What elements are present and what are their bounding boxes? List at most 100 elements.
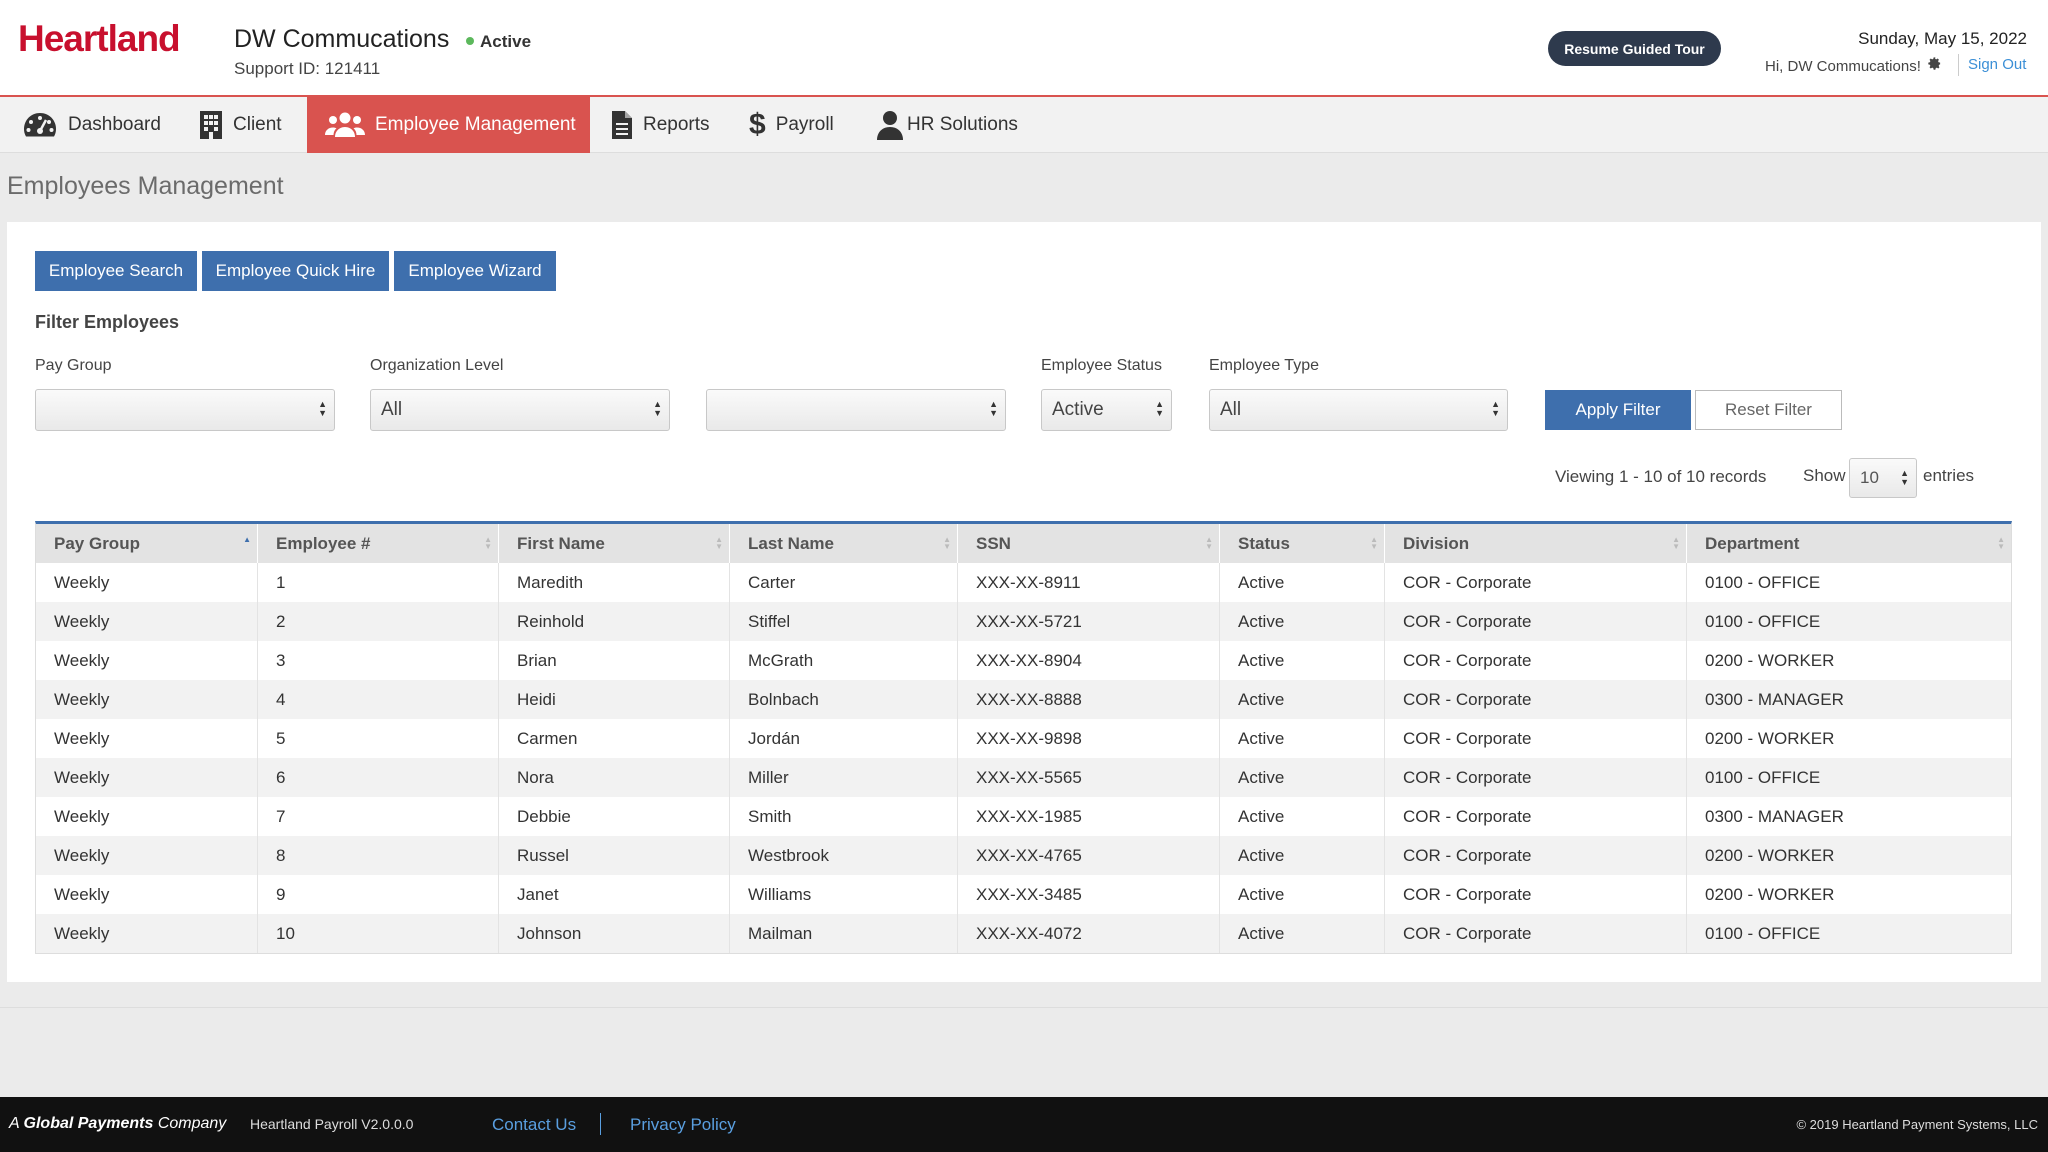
sort-icon: ▲ ▼ xyxy=(943,535,951,551)
table-row[interactable]: Weekly 6 Nora Miller XXX-XX-5565 Active COR - … xyxy=(36,758,2011,797)
copyright: © 2019 Heartland Payment Systems, LLC xyxy=(1796,1117,2038,1132)
apply-filter-button[interactable]: Apply Filter xyxy=(1545,390,1691,430)
cell-first-name: Russel xyxy=(499,836,730,875)
organization-sublevel-select[interactable]: ▲ ▼ xyxy=(706,389,1006,431)
pay-group-select[interactable]: ▲ ▼ xyxy=(35,389,335,431)
cell-department: 0200 - WORKER xyxy=(1705,884,1835,904)
column-header-department[interactable]: Department ▲ ▼ xyxy=(1687,524,2011,563)
client-status-badge: Active xyxy=(466,32,531,52)
employee-status-value: Active xyxy=(1052,399,1104,420)
cell-employee-number: 7 xyxy=(258,797,499,836)
cell-status: Active xyxy=(1220,563,1385,602)
cell-last-name: Jordán xyxy=(730,719,958,758)
cell-employee-number: 3 xyxy=(258,641,499,680)
select-arrows-icon: ▲ ▼ xyxy=(1155,399,1164,418)
cell-department: 0100 - OFFICE xyxy=(1705,923,1821,943)
cell-ssn: XXX-XX-5721 xyxy=(958,602,1220,641)
column-header-employee-number[interactable]: Employee # ▲ ▼ xyxy=(258,524,499,563)
heartland-logo[interactable]: Heartland xyxy=(18,18,181,60)
organization-level-label: Organization Level xyxy=(370,357,504,374)
user-greeting: Hi, DW Commucations! xyxy=(1765,56,1942,75)
privacy-policy-link[interactable]: Privacy Policy xyxy=(630,1115,736,1135)
table-row[interactable]: Weekly 4 Heidi Bolnbach XXX-XX-8888 Active COR… xyxy=(36,680,2011,719)
nav-label-payroll: Payroll xyxy=(775,114,834,135)
column-header-last-name[interactable]: Last Name ▲ ▼ xyxy=(730,524,958,563)
column-label: Pay Group xyxy=(54,533,140,553)
employee-quick-hire-button[interactable]: Employee Quick Hire xyxy=(202,251,389,291)
cell-department: 0300 - MANAGER xyxy=(1705,806,1844,826)
cell-first-name: Maredith xyxy=(499,563,730,602)
organization-level-select[interactable]: All ▲ ▼ xyxy=(370,389,670,431)
dashboard-icon xyxy=(22,111,58,139)
resume-guided-tour-button[interactable]: Resume Guided Tour xyxy=(1548,31,1721,66)
sign-out-link[interactable]: Sign Out xyxy=(1968,56,2026,73)
employees-table: Pay Group ▲ Employee # ▲ ▼ First Name ▲ ▼ Las… xyxy=(35,521,2012,954)
dollar-icon: $ xyxy=(749,108,766,141)
column-label: SSN xyxy=(976,533,1011,553)
cell-status: Active xyxy=(1220,875,1385,914)
cell-department: 0300 - MANAGER xyxy=(1705,689,1844,709)
cell-ssn: XXX-XX-3485 xyxy=(958,875,1220,914)
client-name: DW Commucations xyxy=(234,25,450,53)
table-row[interactable]: Weekly 2 Reinhold Stiffel XXX-XX-5721 Active C… xyxy=(36,602,2011,641)
page-title: Employees Management xyxy=(7,172,284,200)
cell-last-name: Stiffel xyxy=(730,602,958,641)
nav-item-hr-solutions[interactable]: HR Solutions xyxy=(877,97,1018,153)
cell-status: Active xyxy=(1220,719,1385,758)
table-header: Pay Group ▲ Employee # ▲ ▼ First Name ▲ ▼ Las… xyxy=(36,524,2011,563)
table-row[interactable]: Weekly 5 Carmen Jordán XXX-XX-9898 Active COR … xyxy=(36,719,2011,758)
users-icon xyxy=(325,111,365,139)
contact-us-link[interactable]: Contact Us xyxy=(492,1115,576,1135)
cell-pay-group: Weekly xyxy=(36,602,258,641)
page-size-select[interactable]: 10 ▲ ▼ xyxy=(1849,458,1917,498)
column-header-division[interactable]: Division ▲ ▼ xyxy=(1385,524,1687,563)
nav-item-client[interactable]: Client xyxy=(199,97,282,153)
nav-item-reports[interactable]: Reports xyxy=(611,97,710,153)
column-header-pay-group[interactable]: Pay Group ▲ xyxy=(36,524,258,563)
column-header-first-name[interactable]: First Name ▲ ▼ xyxy=(499,524,730,563)
cell-last-name: Carter xyxy=(730,563,958,602)
page-bottom-area xyxy=(0,982,2048,1008)
employee-wizard-button[interactable]: Employee Wizard xyxy=(394,251,556,291)
cell-ssn: XXX-XX-9898 xyxy=(958,719,1220,758)
cell-employee-number: 6 xyxy=(258,758,499,797)
cell-status: Active xyxy=(1220,641,1385,680)
table-row[interactable]: Weekly 3 Brian McGrath XXX-XX-8904 Active COR … xyxy=(36,641,2011,680)
column-label: Status xyxy=(1238,533,1290,553)
table-row[interactable]: Weekly 10 Johnson Mailman XXX-XX-4072 Active C… xyxy=(36,914,2011,953)
nav-label-hr-solutions: HR Solutions xyxy=(907,114,1018,135)
cell-last-name: McGrath xyxy=(730,641,958,680)
current-date: Sunday, May 15, 2022 xyxy=(1858,29,2027,48)
table-row[interactable]: Weekly 1 Maredith Carter XXX-XX-8911 Active CO… xyxy=(36,563,2011,602)
table-row[interactable]: Weekly 9 Janet Williams XXX-XX-3485 Active COR… xyxy=(36,875,2011,914)
nav-item-dashboard[interactable]: Dashboard xyxy=(22,97,161,153)
column-label: Division xyxy=(1403,533,1470,553)
table-row[interactable]: Weekly 7 Debbie Smith XXX-XX-1985 Active COR -… xyxy=(36,797,2011,836)
column-header-ssn[interactable]: SSN ▲ ▼ xyxy=(958,524,1220,563)
select-arrows-icon: ▲ ▼ xyxy=(318,399,327,418)
gear-icon[interactable] xyxy=(1927,56,1942,75)
cell-division: COR - Corporate xyxy=(1385,563,1687,602)
organization-level-value: All xyxy=(381,399,403,420)
employee-status-select[interactable]: Active ▲ ▼ xyxy=(1041,389,1172,431)
cell-employee-number: 8 xyxy=(258,836,499,875)
select-arrows-icon: ▲ ▼ xyxy=(1900,468,1909,487)
cell-first-name: Brian xyxy=(499,641,730,680)
cell-pay-group: Weekly xyxy=(36,563,258,602)
support-id: Support ID: 121411 xyxy=(234,59,381,78)
app-footer: A Global Payments Company Heartland Payr… xyxy=(0,1097,2048,1152)
employee-search-button[interactable]: Employee Search xyxy=(35,251,197,291)
document-icon xyxy=(611,110,633,140)
reset-filter-button[interactable]: Reset Filter xyxy=(1695,390,1842,430)
nav-item-employee-management[interactable]: Employee Management xyxy=(307,97,590,153)
employee-type-select[interactable]: All ▲ ▼ xyxy=(1209,389,1508,431)
column-label: Employee # xyxy=(276,533,371,553)
show-label: Show xyxy=(1803,466,1846,485)
nav-item-payroll[interactable]: $ Payroll xyxy=(749,97,834,153)
cell-department: 0200 - WORKER xyxy=(1705,650,1835,670)
pay-group-label: Pay Group xyxy=(35,357,112,374)
column-header-status[interactable]: Status ▲ ▼ xyxy=(1220,524,1385,563)
filter-title: Filter Employees xyxy=(35,312,180,332)
building-icon xyxy=(199,110,223,140)
table-row[interactable]: Weekly 8 Russel Westbrook XXX-XX-4765 Active C… xyxy=(36,836,2011,875)
